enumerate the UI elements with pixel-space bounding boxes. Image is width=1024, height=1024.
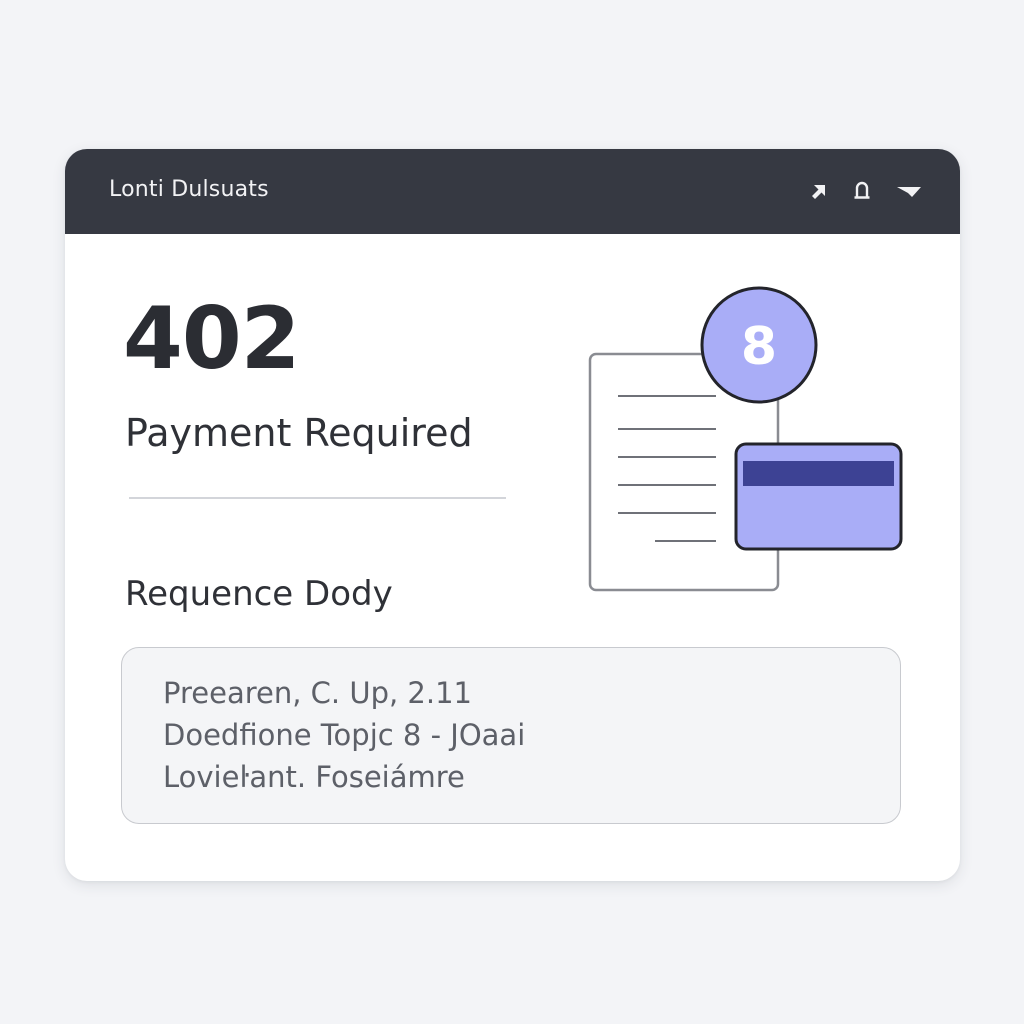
menu-icon[interactable] xyxy=(895,179,923,203)
payment-illustration: 8 xyxy=(588,286,903,592)
request-body-line: Preearen, C. Up, 2.11 xyxy=(163,676,472,710)
bell-icon[interactable] xyxy=(850,179,874,203)
window-title: Lonti Dulsuats xyxy=(109,177,269,202)
request-body-box: Preearen, C. Up, 2.11 Doedfione Topjc 8 … xyxy=(121,647,901,824)
pin-icon[interactable] xyxy=(807,179,831,203)
request-body-line: Lovieŀant. Foseiámre xyxy=(163,760,465,794)
request-body-line: Doedfione Topjc 8 - JOaai xyxy=(163,718,526,752)
badge-number: 8 xyxy=(741,317,777,377)
divider xyxy=(129,497,506,499)
badge-icon: 8 xyxy=(700,286,818,404)
credit-card-icon xyxy=(734,442,903,551)
error-code: 402 xyxy=(123,289,301,389)
error-window: Lonti Dulsuats 402 Payment Required Requ… xyxy=(65,149,960,881)
title-bar: Lonti Dulsuats xyxy=(65,149,960,234)
error-message: Payment Required xyxy=(125,411,473,455)
request-body-title: Requence Dody xyxy=(125,574,393,614)
